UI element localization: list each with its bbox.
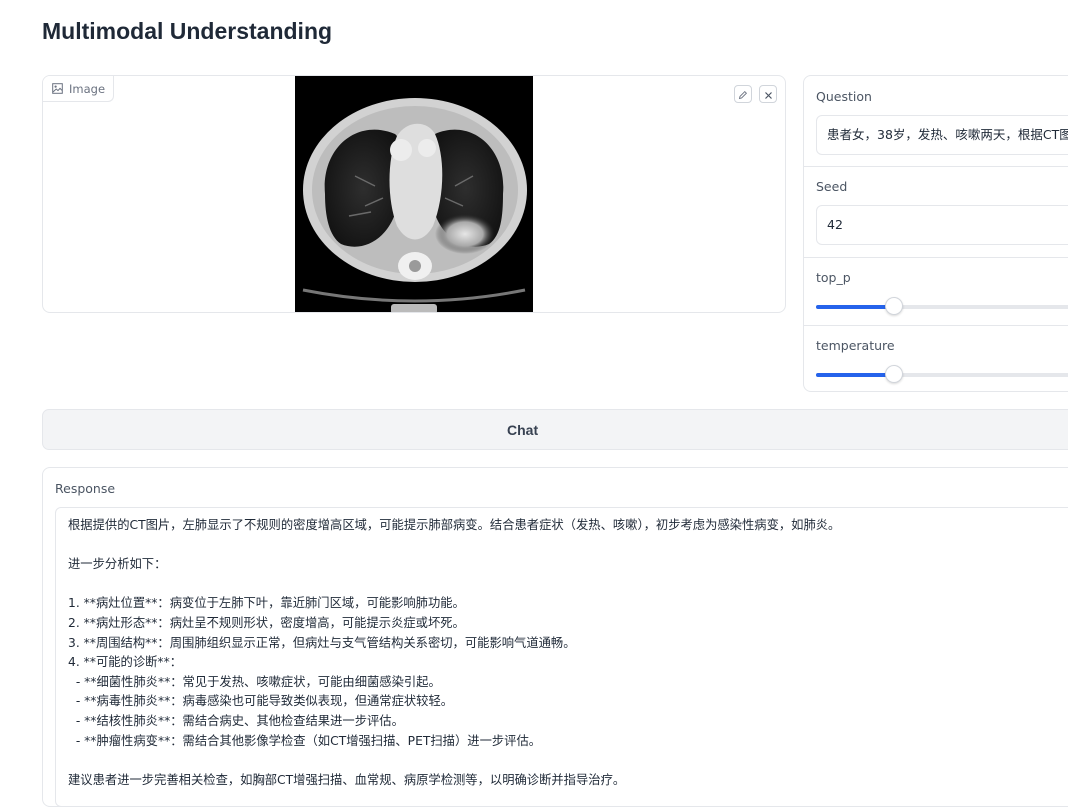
settings-panel: Question 患者女，38岁，发热、咳嗽两天，根据CT图片，请给出诊断 Se… — [803, 75, 1068, 392]
top-p-slider-fill — [816, 305, 894, 309]
edit-image-button[interactable] — [734, 85, 752, 103]
clear-image-button[interactable] — [759, 85, 777, 103]
top-p-slider[interactable] — [816, 297, 1068, 315]
question-input[interactable]: 患者女，38岁，发热、咳嗽两天，根据CT图片，请给出诊断 — [816, 115, 1068, 155]
chat-button[interactable]: Chat — [42, 409, 1068, 450]
divider — [804, 325, 1068, 326]
temperature-slider-fill — [816, 373, 894, 377]
temperature-label: temperature — [816, 338, 895, 353]
top-p-slider-thumb[interactable] — [885, 297, 903, 315]
seed-input[interactable]: 42 — [816, 205, 1068, 245]
image-panel: Image — [42, 75, 786, 313]
seed-label: Seed — [816, 179, 848, 194]
close-icon — [764, 85, 773, 104]
image-icon — [52, 83, 63, 94]
divider — [804, 257, 1068, 258]
top-p-label: top_p — [816, 270, 851, 285]
question-label: Question — [816, 89, 872, 104]
page-title: Multimodal Understanding — [42, 18, 333, 44]
divider — [804, 166, 1068, 167]
image-label: Image — [43, 76, 115, 102]
temperature-slider-thumb[interactable] — [885, 365, 903, 383]
pencil-icon — [738, 85, 748, 104]
response-panel: Response 根据提供的CT图片，左肺显示了不规则的密度增高区域，可能提示肺… — [42, 467, 1068, 807]
image-label-text: Image — [69, 81, 106, 96]
temperature-slider[interactable] — [816, 365, 1068, 383]
ct-scan-image[interactable] — [295, 76, 533, 312]
response-textbox[interactable]: 根据提供的CT图片，左肺显示了不规则的密度增高区域，可能提示肺部病变。结合患者症… — [55, 507, 1068, 807]
response-label: Response — [55, 481, 116, 496]
